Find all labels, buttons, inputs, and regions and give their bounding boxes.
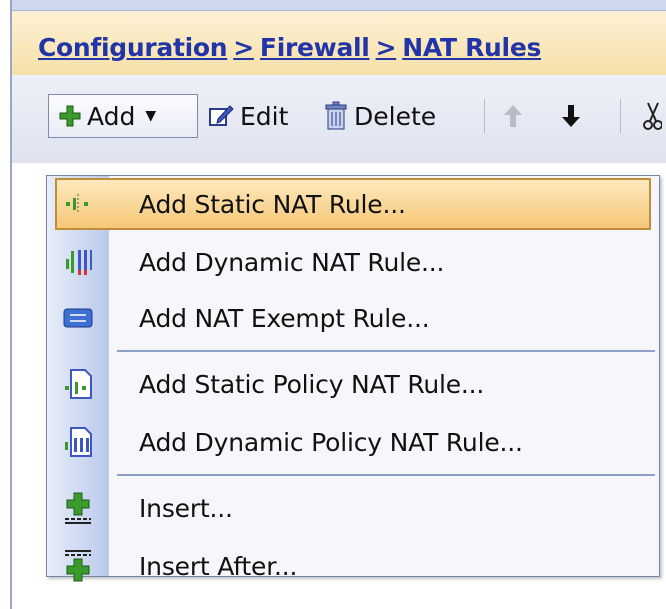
menu-item-label: Insert...	[139, 493, 233, 523]
move-down-button[interactable]	[560, 95, 582, 137]
menu-item-add-dynamic-nat-rule[interactable]: Add Dynamic NAT Rule...	[47, 234, 659, 290]
insert-icon	[61, 491, 95, 525]
menu-item-label: Add Dynamic Policy NAT Rule...	[139, 427, 523, 457]
chevron-down-icon: ▼	[145, 108, 157, 124]
dynamic-policy-nat-icon	[61, 425, 95, 459]
menu-item-add-nat-exempt-rule[interactable]: Add NAT Exempt Rule...	[47, 290, 659, 346]
dynamic-nat-icon	[61, 245, 95, 279]
delete-button[interactable]: Delete	[324, 95, 436, 137]
menu-item-label: Insert After...	[139, 551, 298, 581]
menu-item-label: Add NAT Exempt Rule...	[139, 303, 430, 333]
breadcrumb-separator: >	[233, 33, 254, 62]
add-button-label: Add	[87, 101, 136, 131]
menu-item-add-dynamic-policy-nat-rule[interactable]: Add Dynamic Policy NAT Rule...	[47, 414, 659, 470]
toolbar-divider	[620, 99, 621, 133]
edit-button[interactable]: Edit	[208, 95, 288, 137]
static-policy-nat-icon	[61, 367, 95, 401]
scissors-icon	[643, 102, 662, 130]
trash-icon	[325, 101, 347, 130]
add-plus-icon	[59, 105, 81, 127]
menu-item-label: Add Static Policy NAT Rule...	[139, 369, 485, 399]
breadcrumb-configuration[interactable]: Configuration	[38, 33, 228, 62]
toolbar-divider	[484, 99, 485, 133]
menu-item-insert-after[interactable]: Insert After...	[47, 538, 659, 594]
top-strip	[12, 0, 666, 11]
edit-icon	[209, 105, 234, 126]
menu-item-label: Add Dynamic NAT Rule...	[139, 247, 445, 277]
move-up-button[interactable]	[502, 95, 524, 137]
menu-separator	[117, 474, 655, 476]
header-bar: Configuration > Firewall > NAT Rules	[12, 11, 666, 75]
menu-item-insert[interactable]: Insert...	[47, 480, 659, 536]
breadcrumb-separator: >	[375, 33, 397, 62]
menu-item-label: Add Static NAT Rule...	[139, 189, 406, 219]
static-nat-icon	[61, 187, 95, 221]
add-dropdown-menu: Add Static NAT Rule... Add Dynamic NAT R…	[46, 175, 660, 582]
toolbar: Add ▼ Edit Delete	[12, 75, 666, 163]
insert-after-icon	[61, 549, 95, 583]
arrow-up-icon	[504, 105, 522, 127]
breadcrumb: Configuration > Firewall > NAT Rules	[38, 33, 541, 62]
delete-button-label: Delete	[354, 101, 437, 131]
add-button[interactable]: Add ▼	[48, 94, 198, 138]
breadcrumb-firewall[interactable]: Firewall	[260, 33, 370, 62]
menu-separator	[117, 350, 655, 352]
menu-item-add-static-nat-rule[interactable]: Add Static NAT Rule...	[47, 176, 659, 232]
edit-button-label: Edit	[240, 101, 289, 131]
cut-button[interactable]	[642, 95, 662, 137]
breadcrumb-nat-rules[interactable]: NAT Rules	[402, 33, 541, 62]
nat-exempt-icon	[61, 301, 95, 335]
menu-item-add-static-policy-nat-rule[interactable]: Add Static Policy NAT Rule...	[47, 356, 659, 412]
arrow-down-icon	[562, 105, 580, 127]
